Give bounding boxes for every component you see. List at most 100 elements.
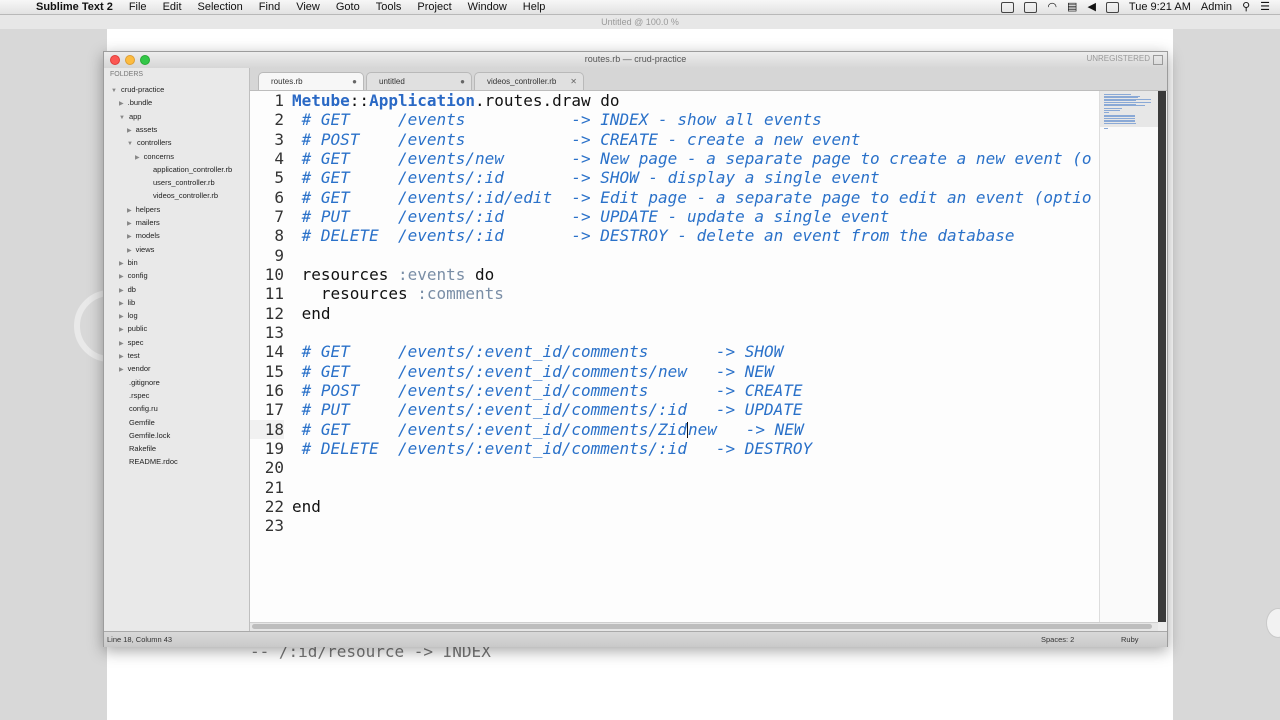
disclosure-open-icon[interactable]: ▼ <box>111 88 117 94</box>
sidebar-item[interactable]: Gemfile <box>129 417 155 429</box>
sidebar-item[interactable]: ▶ models <box>127 230 160 242</box>
sidebar-item[interactable]: ▶ test <box>119 350 140 362</box>
sidebar-item[interactable]: ▶ views <box>127 244 154 256</box>
disclosure-closed-icon[interactable]: ▶ <box>119 354 124 360</box>
disclosure-closed-icon[interactable]: ▶ <box>127 248 132 254</box>
code-line[interactable]: # GET /events/:event_id/comments/Zidnew … <box>292 420 1092 439</box>
sidebar-item[interactable]: ▼ crud-practice <box>111 84 164 96</box>
code-line[interactable]: # POST /events -> CREATE - create a new … <box>292 130 1092 149</box>
close-icon[interactable]: ✕ <box>570 73 577 91</box>
sidebar-item[interactable]: ▼ app <box>119 111 141 123</box>
user-name[interactable]: Admin <box>1201 0 1232 14</box>
menu-goto[interactable]: Goto <box>336 0 360 14</box>
code-line[interactable]: # PUT /events/:id -> UPDATE - update a s… <box>292 207 1092 226</box>
clock[interactable]: Tue 9:21 AM <box>1129 0 1191 14</box>
sidebar-item[interactable]: ▶ concerns <box>135 151 174 163</box>
menu-file[interactable]: File <box>129 0 147 14</box>
syntax-selector[interactable]: Ruby <box>1121 632 1139 647</box>
sidebar-item[interactable]: Gemfile.lock <box>129 430 170 442</box>
sidebar-item[interactable]: ▶ .bundle <box>119 97 152 109</box>
disclosure-closed-icon[interactable]: ▶ <box>135 155 140 161</box>
sidebar-item[interactable]: ▶ lib <box>119 297 135 309</box>
disclosure-closed-icon[interactable]: ▶ <box>119 327 124 333</box>
sidebar-item[interactable]: application_controller.rb <box>153 164 232 176</box>
sidebar-item[interactable]: ▶ bin <box>119 257 138 269</box>
code-line[interactable]: # DELETE /events/:id -> DESTROY - delete… <box>292 226 1092 245</box>
disclosure-open-icon[interactable]: ▼ <box>119 115 125 121</box>
disclosure-closed-icon[interactable]: ▶ <box>119 314 124 320</box>
code-line[interactable]: end <box>292 304 1092 323</box>
code-editor[interactable]: 1 2 3 4 5 6 7 8 9 10 11 12 13 14 15 16 17 18 19 20 21 22 23 Me… <box>250 91 1099 622</box>
disclosure-closed-icon[interactable]: ▶ <box>127 234 132 240</box>
spotlight-icon[interactable]: ⚲ <box>1242 0 1250 14</box>
sidebar-item[interactable]: ▶ mailers <box>127 217 160 229</box>
screen-icon[interactable] <box>1001 1 1015 13</box>
code-line[interactable]: Metube::Application.routes.draw do <box>292 91 1092 110</box>
code-line[interactable]: # POST /events/:event_id/comments -> CRE… <box>292 381 1092 400</box>
sidebar-item[interactable]: ▶ config <box>119 270 148 282</box>
code-area[interactable]: Metube::Application.routes.draw do # GET… <box>292 91 1092 536</box>
disclosure-closed-icon[interactable]: ▶ <box>127 221 132 227</box>
code-line[interactable]: # GET /events/:event_id/comments -> SHOW <box>292 342 1092 361</box>
sidebar-item[interactable]: ▶ public <box>119 323 147 335</box>
sidebar-item[interactable]: ▶ helpers <box>127 204 160 216</box>
code-line[interactable]: # GET /events/:event_id/comments/new -> … <box>292 362 1092 381</box>
code-line[interactable]: resources :comments <box>292 284 1092 303</box>
code-line[interactable]: # GET /events -> INDEX - show all events <box>292 110 1092 129</box>
sidebar-item[interactable]: ▶ db <box>119 284 136 296</box>
display-icon[interactable] <box>1024 1 1038 13</box>
sidebar-item[interactable]: ▼ controllers <box>127 137 172 149</box>
code-line[interactable]: # GET /events/new -> New page - a separa… <box>292 149 1092 168</box>
disclosure-closed-icon[interactable]: ▶ <box>127 208 132 214</box>
menu-edit[interactable]: Edit <box>163 0 182 14</box>
sidebar-item[interactable]: users_controller.rb <box>153 177 215 189</box>
sidebar-item[interactable]: ▶ log <box>119 310 138 322</box>
horizontal-scrollbar[interactable] <box>250 622 1158 631</box>
vertical-scrollbar[interactable] <box>1158 91 1166 622</box>
menu-help[interactable]: Help <box>523 0 546 14</box>
disclosure-closed-icon[interactable]: ▶ <box>127 128 132 134</box>
sidebar-item[interactable]: ▶ vendor <box>119 363 151 375</box>
sidebar-item[interactable]: README.rdoc <box>129 456 178 468</box>
menu-app-name[interactable]: Sublime Text 2 <box>36 0 113 14</box>
unsaved-dot-icon[interactable]: ● <box>352 73 357 91</box>
tab-2[interactable]: videos_controller.rb ✕ <box>474 72 584 90</box>
window-titlebar[interactable]: routes.rb — crud-practice UNREGISTERED <box>104 52 1167 68</box>
code-line[interactable]: resources :events do <box>292 265 1092 284</box>
sidebar-item[interactable]: .rspec <box>129 390 149 402</box>
disclosure-closed-icon[interactable]: ▶ <box>119 101 124 107</box>
wifi-icon[interactable]: ◠ <box>1047 0 1057 14</box>
code-line[interactable] <box>292 458 1092 477</box>
minimap[interactable] <box>1099 91 1159 622</box>
sidebar-item[interactable]: Rakefile <box>129 443 156 455</box>
menu-window[interactable]: Window <box>468 0 507 14</box>
sidebar-item[interactable]: ▶ spec <box>119 337 143 349</box>
battery-icon[interactable] <box>1105 1 1119 13</box>
disclosure-closed-icon[interactable]: ▶ <box>119 367 124 373</box>
disclosure-closed-icon[interactable]: ▶ <box>119 341 124 347</box>
sidebar-item[interactable]: ▶ assets <box>127 124 157 136</box>
code-line[interactable]: # GET /events/:id/edit -> Edit page - a … <box>292 188 1092 207</box>
code-line[interactable]: end <box>292 497 1092 516</box>
notifications-icon[interactable]: ☰ <box>1260 0 1270 14</box>
fullscreen-icon[interactable] <box>1153 55 1163 65</box>
unsaved-dot-icon[interactable]: ● <box>460 73 465 91</box>
code-line[interactable] <box>292 246 1092 265</box>
menu-view[interactable]: View <box>296 0 320 14</box>
disclosure-closed-icon[interactable]: ▶ <box>119 288 124 294</box>
disclosure-closed-icon[interactable]: ▶ <box>119 274 124 280</box>
disclosure-closed-icon[interactable]: ▶ <box>119 261 124 267</box>
menu-tools[interactable]: Tools <box>376 0 402 14</box>
tab-0[interactable]: routes.rb ● <box>258 72 364 90</box>
code-line[interactable]: # DELETE /events/:event_id/comments/:id … <box>292 439 1092 458</box>
sidebar-item[interactable]: videos_controller.rb <box>153 190 218 202</box>
tab-1[interactable]: untitled ● <box>366 72 472 90</box>
menu-find[interactable]: Find <box>259 0 280 14</box>
disclosure-open-icon[interactable]: ▼ <box>127 141 133 147</box>
code-line[interactable]: # GET /events/:id -> SHOW - display a si… <box>292 168 1092 187</box>
horizontal-scroll-thumb[interactable] <box>252 624 1152 629</box>
indentation-setting[interactable]: Spaces: 2 <box>1041 632 1074 647</box>
code-line[interactable] <box>292 478 1092 497</box>
menu-selection[interactable]: Selection <box>198 0 243 14</box>
code-line[interactable] <box>292 516 1092 535</box>
